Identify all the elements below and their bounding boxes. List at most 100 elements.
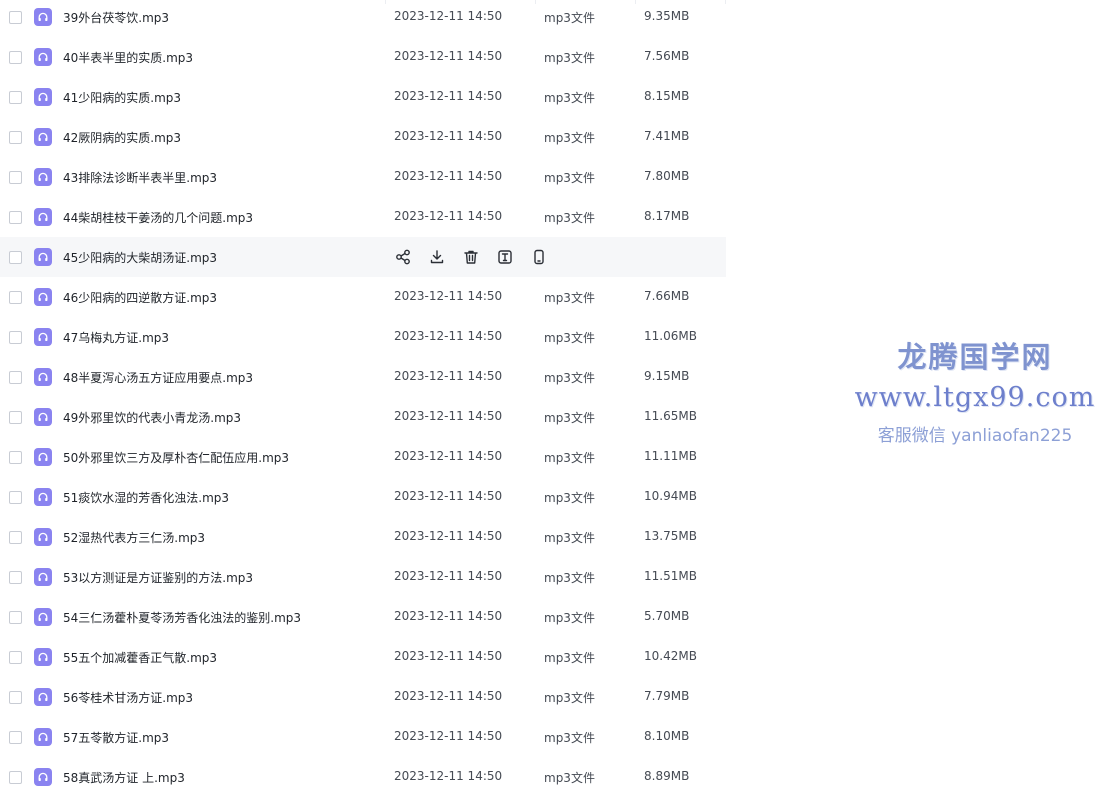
file-type: mp3文件 [544, 691, 595, 705]
file-row[interactable]: 57五苓散方证.mp3 2023-12-11 14:50 mp3文件 8.10MB [0, 717, 726, 757]
mobile-icon [530, 248, 548, 266]
file-date: 2023-12-11 14:50 [394, 129, 503, 143]
file-size: 9.35MB [644, 9, 690, 23]
row-checkbox[interactable] [9, 211, 22, 224]
file-name[interactable]: 46少阳病的四逆散方证.mp3 [63, 289, 217, 306]
file-name[interactable]: 57五苓散方证.mp3 [63, 729, 169, 746]
download-icon [428, 248, 446, 266]
file-row[interactable]: 48半夏泻心汤五方证应用要点.mp3 2023-12-11 14:50 mp3文件 9… [0, 357, 726, 397]
file-size: 11.06MB [644, 329, 697, 343]
file-name[interactable]: 54三仁汤藿朴夏苓汤芳香化浊法的鉴别.mp3 [63, 609, 301, 626]
file-row[interactable]: 46少阳病的四逆散方证.mp3 2023-12-11 14:50 mp3文件 7.66… [0, 277, 726, 317]
row-checkbox[interactable] [9, 611, 22, 624]
row-checkbox[interactable] [9, 251, 22, 264]
row-checkbox[interactable] [9, 91, 22, 104]
file-date: 2023-12-11 14:50 [394, 569, 503, 583]
row-checkbox[interactable] [9, 771, 22, 784]
file-name[interactable]: 42厥阴病的实质.mp3 [63, 129, 181, 146]
file-type: mp3文件 [544, 611, 595, 625]
watermark-title: 龙腾国学网 [897, 340, 1053, 374]
audio-file-icon [34, 368, 52, 386]
file-date: 2023-12-11 14:50 [394, 609, 503, 623]
file-row[interactable]: 54三仁汤藿朴夏苓汤芳香化浊法的鉴别.mp3 2023-12-11 14:50 mp… [0, 597, 726, 637]
file-name[interactable]: 52湿热代表方三仁汤.mp3 [63, 529, 205, 546]
row-checkbox[interactable] [9, 731, 22, 744]
file-name[interactable]: 48半夏泻心汤五方证应用要点.mp3 [63, 369, 253, 386]
file-name[interactable]: 47乌梅丸方证.mp3 [63, 329, 169, 346]
file-name[interactable]: 53以方测证是方证鉴别的方法.mp3 [63, 569, 253, 586]
row-checkbox[interactable] [9, 291, 22, 304]
file-size: 5.70MB [644, 609, 690, 623]
audio-file-icon [34, 248, 52, 266]
row-checkbox[interactable] [9, 451, 22, 464]
file-row[interactable]: 55五个加减藿香正气散.mp3 2023-12-11 14:50 mp3文件 10.4… [0, 637, 726, 677]
rename-button[interactable] [496, 248, 514, 266]
file-date: 2023-12-11 14:50 [394, 769, 503, 783]
file-name[interactable]: 39外台茯苓饮.mp3 [63, 9, 169, 26]
mobile-button[interactable] [530, 248, 548, 266]
file-row[interactable]: 50外邪里饮三方及厚朴杏仁配伍应用.mp3 2023-12-11 14:50 mp3… [0, 437, 726, 477]
file-name[interactable]: 55五个加减藿香正气散.mp3 [63, 649, 217, 666]
file-row[interactable]: 49外邪里饮的代表小青龙汤.mp3 2023-12-11 14:50 mp3文件 11… [0, 397, 726, 437]
row-checkbox[interactable] [9, 331, 22, 344]
row-checkbox[interactable] [9, 411, 22, 424]
file-name[interactable]: 50外邪里饮三方及厚朴杏仁配伍应用.mp3 [63, 449, 289, 466]
row-checkbox[interactable] [9, 491, 22, 504]
file-name[interactable]: 44柴胡桂枝干姜汤的几个问题.mp3 [63, 209, 253, 226]
watermark-url: www.ltgx99.com [854, 382, 1096, 413]
row-checkbox[interactable] [9, 691, 22, 704]
file-type: mp3文件 [544, 651, 595, 665]
file-name[interactable]: 41少阳病的实质.mp3 [63, 89, 181, 106]
file-name[interactable]: 58真武汤方证 上.mp3 [63, 769, 185, 786]
audio-file-icon [34, 168, 52, 186]
file-size: 11.51MB [644, 569, 697, 583]
file-type: mp3文件 [544, 331, 595, 345]
file-date: 2023-12-11 14:50 [394, 649, 503, 663]
file-date: 2023-12-11 14:50 [394, 209, 503, 223]
file-name[interactable]: 43排除法诊断半表半里.mp3 [63, 169, 217, 186]
file-type: mp3文件 [544, 531, 595, 545]
file-name[interactable]: 40半表半里的实质.mp3 [63, 49, 193, 66]
file-type: mp3文件 [544, 91, 595, 105]
delete-button[interactable] [462, 248, 480, 266]
file-name[interactable]: 45少阳病的大柴胡汤证.mp3 [63, 249, 217, 266]
row-checkbox[interactable] [9, 531, 22, 544]
file-size: 8.10MB [644, 729, 690, 743]
file-date: 2023-12-11 14:50 [394, 329, 503, 343]
file-row[interactable]: 51痰饮水湿的芳香化浊法.mp3 2023-12-11 14:50 mp3文件 10.… [0, 477, 726, 517]
file-row[interactable]: 44柴胡桂枝干姜汤的几个问题.mp3 2023-12-11 14:50 mp3文件 8… [0, 197, 726, 237]
row-checkbox[interactable] [9, 371, 22, 384]
row-checkbox[interactable] [9, 51, 22, 64]
file-type: mp3文件 [544, 771, 595, 785]
file-size: 8.89MB [644, 769, 690, 783]
file-size: 7.66MB [644, 289, 690, 303]
row-checkbox[interactable] [9, 171, 22, 184]
file-row[interactable]: 53以方测证是方证鉴别的方法.mp3 2023-12-11 14:50 mp3文件 1… [0, 557, 726, 597]
audio-file-icon [34, 408, 52, 426]
file-row[interactable]: 41少阳病的实质.mp3 2023-12-11 14:50 mp3文件 8.15MB [0, 77, 726, 117]
file-name[interactable]: 56苓桂术甘汤方证.mp3 [63, 689, 193, 706]
file-name[interactable]: 51痰饮水湿的芳香化浊法.mp3 [63, 489, 229, 506]
file-row[interactable]: 40半表半里的实质.mp3 2023-12-11 14:50 mp3文件 7.56MB [0, 37, 726, 77]
file-row[interactable]: 58真武汤方证 上.mp3 2023-12-11 14:50 mp3文件 8.89MB [0, 757, 726, 797]
file-date: 2023-12-11 14:50 [394, 689, 503, 703]
file-name[interactable]: 49外邪里饮的代表小青龙汤.mp3 [63, 409, 241, 426]
file-size: 9.15MB [644, 369, 690, 383]
row-checkbox[interactable] [9, 11, 22, 24]
file-size: 8.17MB [644, 209, 690, 223]
row-checkbox[interactable] [9, 131, 22, 144]
row-checkbox[interactable] [9, 651, 22, 664]
file-row[interactable]: 43排除法诊断半表半里.mp3 2023-12-11 14:50 mp3文件 7.80… [0, 157, 726, 197]
file-row[interactable]: 52湿热代表方三仁汤.mp3 2023-12-11 14:50 mp3文件 13.75… [0, 517, 726, 557]
file-row[interactable]: 47乌梅丸方证.mp3 2023-12-11 14:50 mp3文件 11.06MB [0, 317, 726, 357]
file-date: 2023-12-11 14:50 [394, 49, 503, 63]
row-checkbox[interactable] [9, 571, 22, 584]
download-button[interactable] [428, 248, 446, 266]
file-row[interactable]: 56苓桂术甘汤方证.mp3 2023-12-11 14:50 mp3文件 7.79MB [0, 677, 726, 717]
share-button[interactable] [394, 248, 412, 266]
audio-file-icon [34, 688, 52, 706]
file-row[interactable]: 42厥阴病的实质.mp3 2023-12-11 14:50 mp3文件 7.41MB [0, 117, 726, 157]
file-row[interactable]: 45少阳病的大柴胡汤证.mp3 [0, 237, 726, 277]
file-row[interactable]: 39外台茯苓饮.mp3 2023-12-11 14:50 mp3文件 9.35MB [0, 0, 726, 37]
rename-icon [496, 248, 514, 266]
